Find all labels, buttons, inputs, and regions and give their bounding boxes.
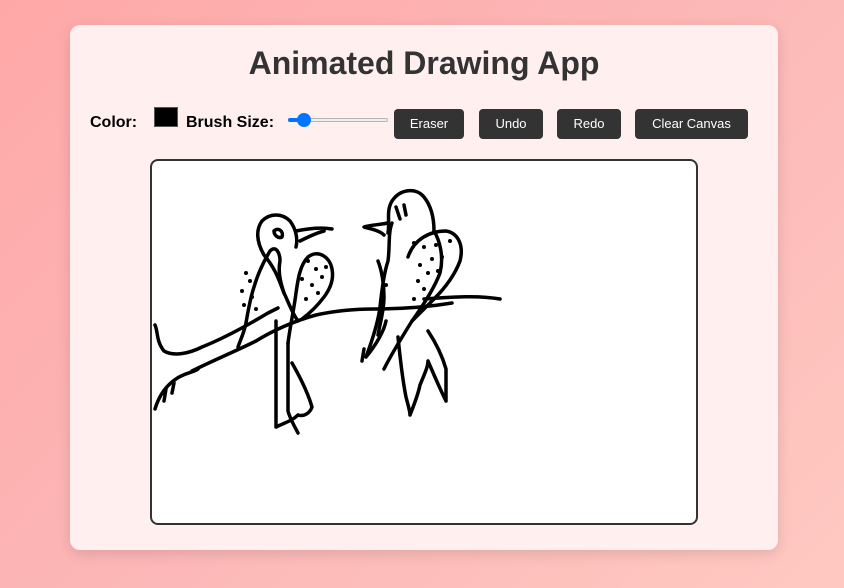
drawing-canvas[interactable] (150, 159, 698, 525)
drawing-strokes (153, 188, 502, 435)
app-card: Animated Drawing App Color: Brush Size: … (70, 25, 778, 550)
redo-button[interactable]: Redo (557, 109, 621, 139)
brush-size-slider[interactable] (288, 113, 388, 127)
eraser-button[interactable]: Eraser (394, 109, 464, 139)
bird-outline (386, 188, 436, 235)
bird-tail (396, 329, 448, 417)
bird-outline (364, 221, 394, 359)
undo-button[interactable]: Undo (479, 109, 543, 139)
branch-stroke (153, 367, 200, 411)
app-title: Animated Drawing App (248, 45, 600, 81)
color-label: Color: (90, 114, 138, 131)
branch-stroke (153, 306, 280, 356)
slider-thumb[interactable] (296, 113, 311, 127)
bird-eye (394, 203, 408, 221)
bird-outline (360, 347, 366, 363)
bird-eye (272, 227, 285, 240)
clear-canvas-button[interactable]: Clear Canvas (635, 109, 748, 139)
bird-beak (362, 221, 390, 237)
brush-size-label: Brush Size: (186, 114, 275, 131)
bird-tail (274, 319, 314, 435)
color-picker[interactable] (154, 107, 178, 127)
bird-beak (294, 226, 334, 243)
branch-stroke (190, 301, 454, 373)
